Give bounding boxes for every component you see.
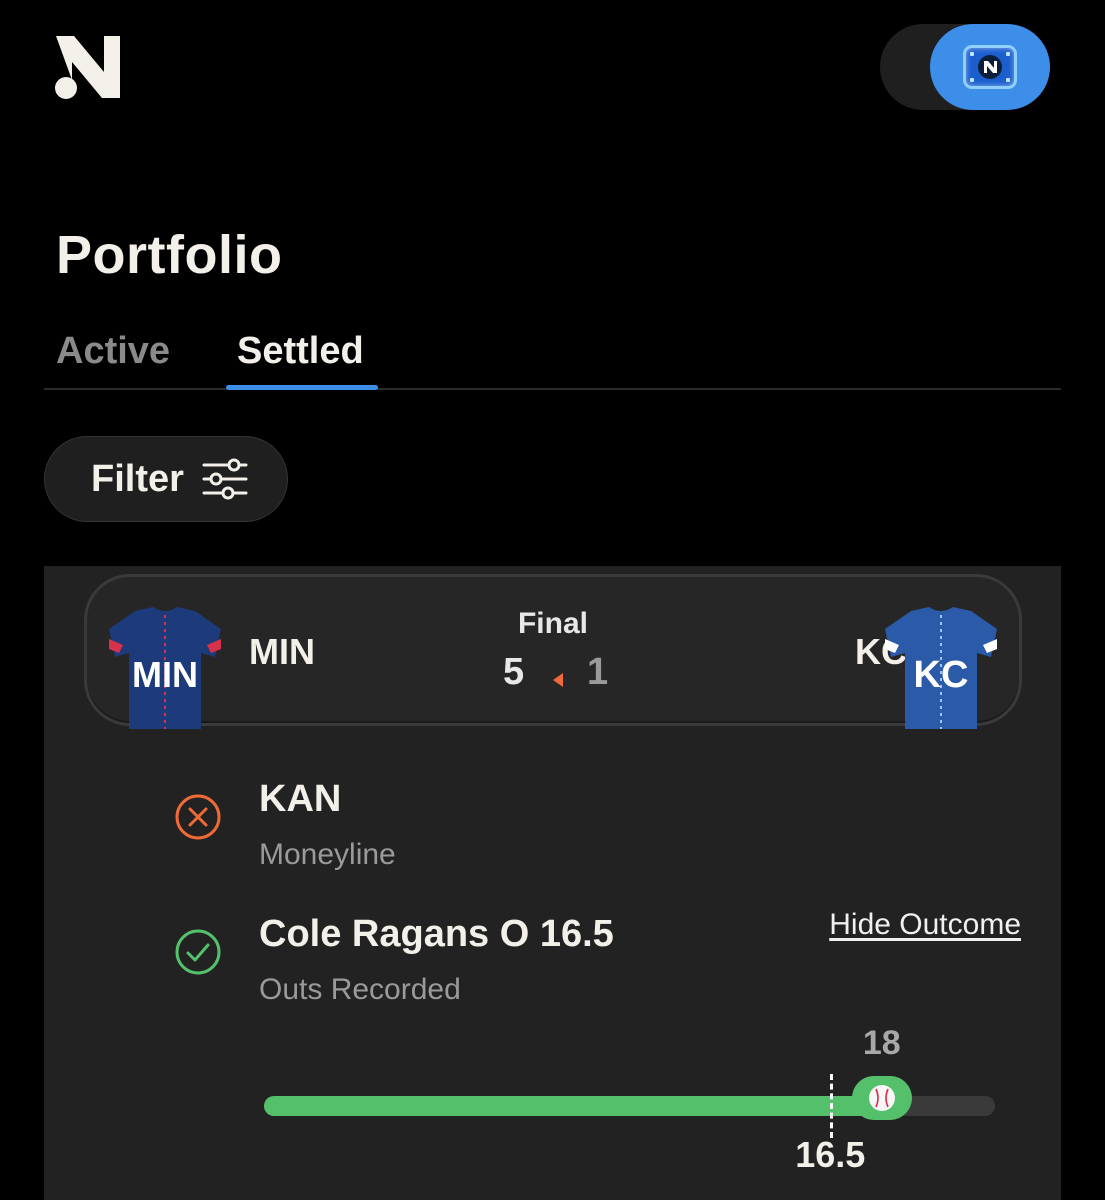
result-value: 18 xyxy=(862,1024,901,1062)
outcome-progress-fill xyxy=(264,1096,882,1116)
home-score: 5 xyxy=(503,651,525,693)
page-title: Portfolio xyxy=(56,225,283,285)
away-score: 1 xyxy=(587,651,609,693)
baseball-icon xyxy=(868,1085,895,1111)
app-icon xyxy=(963,45,1017,89)
filter-button[interactable]: Filter xyxy=(44,436,288,522)
tab-settled[interactable]: Settled xyxy=(237,330,364,373)
line-marker xyxy=(830,1074,834,1138)
tab-selected-indicator xyxy=(226,385,378,390)
sliders-icon xyxy=(202,458,248,500)
x-circle-icon xyxy=(175,794,221,840)
outcome-progress-track: 18 16.5 xyxy=(264,1024,995,1175)
kc-jersey-text: KC xyxy=(914,654,969,696)
app-logo xyxy=(52,32,124,102)
tab-bar: Active Settled xyxy=(44,320,1061,390)
tab-active[interactable]: Active xyxy=(56,330,170,373)
line-value: 16.5 xyxy=(795,1134,866,1175)
game-scorebar[interactable]: MIN MIN Final 5 1 KC KC xyxy=(84,574,1022,729)
bet-card: MIN MIN Final 5 1 KC KC KAN Moneyline Co… xyxy=(44,566,1061,1200)
result-marker xyxy=(851,1076,912,1120)
check-circle-icon xyxy=(175,929,221,975)
toggle-knob[interactable] xyxy=(930,24,1050,110)
hide-outcome-link[interactable]: Hide Outcome xyxy=(829,908,1021,942)
winner-arrow-icon xyxy=(553,673,563,687)
leg-title: KAN xyxy=(259,778,342,820)
leg-market: Outs Recorded xyxy=(259,973,461,1006)
leg-market: Moneyline xyxy=(259,838,396,871)
kc-jersey-icon: KC xyxy=(885,607,997,729)
leg-title: Cole Ragans O 16.5 xyxy=(259,913,614,955)
min-jersey-text: MIN xyxy=(132,654,198,695)
filter-label: Filter xyxy=(91,457,184,500)
app-toggle[interactable] xyxy=(880,24,1050,110)
